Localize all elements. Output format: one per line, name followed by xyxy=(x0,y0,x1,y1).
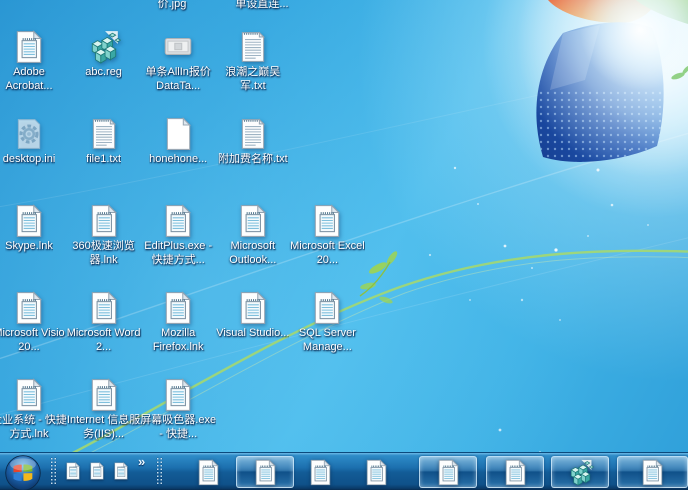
toolbar-grip-handle[interactable] xyxy=(50,457,57,486)
desktop-icon-label: 单条AllIn报价DataTa... xyxy=(145,66,211,92)
desktop-icon[interactable]: Mozilla Firefox.lnk xyxy=(140,291,216,354)
blank-doc-icon xyxy=(161,117,195,151)
quick-launch-item[interactable] xyxy=(88,462,106,480)
desktop-icon-label: Internet 信息服务(IIS)... xyxy=(66,414,141,440)
windows-logo-icon xyxy=(4,454,42,490)
desktop-icon[interactable]: desktop.ini xyxy=(0,117,67,167)
desktop-icon[interactable]: Internet 信息服务(IIS)... xyxy=(66,378,142,441)
desktop-icon-label: SQL Server Manage... xyxy=(298,327,356,353)
gray-window-icon xyxy=(161,30,195,64)
desktop-icon[interactable]: 企业系统 - 快捷方式.lnk xyxy=(0,378,67,441)
reg-cubes-icon xyxy=(567,459,594,486)
generic-doc-icon xyxy=(161,204,195,238)
desktop-icon[interactable]: 屏幕吸色器.exe - 快捷... xyxy=(140,378,216,441)
desktop-icon[interactable]: 360极速浏览器.lnk xyxy=(66,204,142,267)
generic-doc-icon xyxy=(12,291,46,325)
desktop-icon[interactable]: EditPlus.exe - 快捷方式... xyxy=(140,204,216,267)
taskbar-window-button[interactable] xyxy=(186,456,230,488)
generic-doc-icon xyxy=(12,204,46,238)
desktop-icon[interactable]: Microsoft Outlook... xyxy=(215,204,291,267)
taskband-grip-handle[interactable] xyxy=(156,457,163,486)
generic-doc-icon xyxy=(639,458,666,486)
desktop-icon-label: file1.txt xyxy=(86,153,122,165)
generic-doc-icon xyxy=(502,458,529,486)
desktop-icon[interactable]: SQL Server Manage... xyxy=(289,291,365,354)
generic-doc-icon xyxy=(12,378,46,412)
generic-doc-icon xyxy=(112,462,130,480)
generic-doc-icon xyxy=(435,458,462,486)
desktop-icon-label: Microsoft Excel 20... xyxy=(290,240,365,266)
generic-doc-icon xyxy=(307,458,334,486)
desktop-icon[interactable]: Adobe Acrobat... xyxy=(0,30,67,93)
desktop-icon-label: Skype.lnk xyxy=(5,240,53,252)
desktop-icon-label: 附加费名称.txt xyxy=(217,153,288,165)
generic-doc-icon xyxy=(88,462,106,480)
desktop-icon[interactable]: Microsoft Visio 20... xyxy=(0,291,67,354)
generic-doc-icon xyxy=(12,30,46,64)
desktop-icon-label: 企业系统 - 快捷方式.lnk xyxy=(0,414,67,440)
desktop-icon[interactable]: Microsoft Word 2... xyxy=(66,291,142,354)
desktop-icon-label: 浪潮之巅吴军.txt xyxy=(225,66,281,92)
generic-doc-icon xyxy=(87,378,121,412)
generic-doc-icon xyxy=(363,458,390,486)
desktop-icon-label: 屏幕吸色器.exe - 快捷... xyxy=(140,414,217,440)
taskbar-window-button[interactable] xyxy=(617,456,688,488)
desktop-icon[interactable]: file1.txt xyxy=(66,117,142,167)
desktop-icon[interactable]: Skype.lnk xyxy=(0,204,67,254)
desktop-icon-label: 360极速浏览器.lnk xyxy=(72,240,135,266)
desktop-icon-label: EditPlus.exe - 快捷方式... xyxy=(144,240,213,266)
generic-doc-icon xyxy=(161,378,195,412)
reg-cubes-icon xyxy=(87,30,121,64)
desktop-icon-label: Mozilla Firefox.lnk xyxy=(152,327,204,353)
desktop-icon-label: Microsoft Word 2... xyxy=(66,327,141,353)
desktop-icon-label: Microsoft Visio 20... xyxy=(0,327,65,353)
desktop-icon-label: abc.reg xyxy=(85,66,122,78)
desktop-icon[interactable]: 浪潮之巅吴军.txt xyxy=(215,30,291,93)
taskbar-window-button[interactable] xyxy=(236,456,294,488)
ini-gear-icon xyxy=(12,117,46,151)
taskbar-window-button[interactable] xyxy=(551,456,609,488)
desktop-icon[interactable]: 单条AllIn报价DataTa... xyxy=(140,30,216,93)
desktop-icon-label: desktop.ini xyxy=(2,153,56,165)
desktop-icon[interactable]: honehone... xyxy=(140,117,216,167)
txt-notepad-icon xyxy=(236,30,270,64)
quick-launch-item[interactable] xyxy=(112,462,130,480)
desktop-icon-label: Visual Studio... xyxy=(216,327,290,339)
taskbar-window-button[interactable] xyxy=(419,456,477,488)
generic-doc-icon xyxy=(310,204,344,238)
generic-doc-icon xyxy=(195,458,222,486)
quick-launch-overflow-chevron[interactable]: » xyxy=(138,454,145,469)
generic-doc-icon xyxy=(252,458,279,486)
desktop-icon[interactable]: 附加费名称.txt xyxy=(215,117,291,167)
desktop-icon-grid: Adobe Acrobat... abc.reg 单条AllIn报价DataTa..… xyxy=(0,0,688,452)
desktop-icon[interactable]: Visual Studio... xyxy=(215,291,291,341)
taskbar: » xyxy=(0,452,688,490)
desktop-icon-label: honehone... xyxy=(149,153,208,165)
windows-desktop-screen: Adobe Acrobat... abc.reg 单条AllIn报价DataTa..… xyxy=(0,0,688,490)
generic-doc-icon xyxy=(236,291,270,325)
txt-notepad-icon xyxy=(87,117,121,151)
taskbar-window-button[interactable] xyxy=(354,456,398,488)
taskbar-window-button[interactable] xyxy=(486,456,544,488)
generic-doc-icon xyxy=(310,291,344,325)
desktop-icon-label: Microsoft Outlook... xyxy=(229,240,277,266)
start-button[interactable] xyxy=(4,454,42,490)
quick-launch-item[interactable] xyxy=(64,462,82,480)
generic-doc-icon xyxy=(161,291,195,325)
desktop-icon[interactable]: Microsoft Excel 20... xyxy=(289,204,365,267)
taskbar-window-button[interactable] xyxy=(298,456,342,488)
generic-doc-icon xyxy=(87,291,121,325)
desktop-icon-label-clipped[interactable]: 价.jpg xyxy=(158,0,187,11)
generic-doc-icon xyxy=(87,204,121,238)
desktop-icon-label: Adobe Acrobat... xyxy=(5,66,53,92)
generic-doc-icon xyxy=(64,462,82,480)
desktop-icon[interactable]: abc.reg xyxy=(66,30,142,80)
generic-doc-icon xyxy=(236,204,270,238)
txt-notepad-icon xyxy=(236,117,270,151)
desktop-icon-label-clipped[interactable]: 单设直连... xyxy=(235,0,288,11)
